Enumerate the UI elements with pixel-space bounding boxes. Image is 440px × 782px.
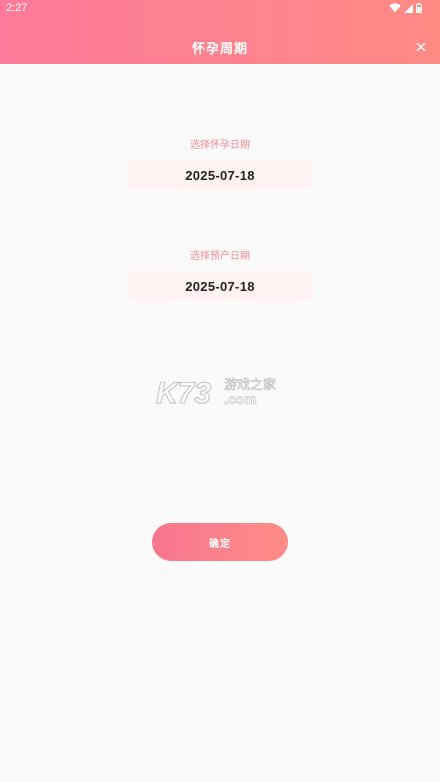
status-time: 2:27 [6, 2, 28, 14]
pregnancy-date-picker[interactable]: 2025-07-18 [128, 160, 312, 190]
battery-icon [416, 3, 422, 13]
pregnancy-date-label: 选择怀孕日期 [190, 140, 250, 151]
header-bar: 2:27 怀孕周期 [0, 0, 440, 64]
wifi-icon [389, 3, 401, 13]
signal-icon [404, 3, 413, 13]
close-button[interactable] [414, 40, 428, 54]
watermark-brand: K73 [156, 377, 211, 408]
confirm-button[interactable]: 确定 [152, 523, 288, 561]
due-date-label: 选择预产日期 [190, 251, 250, 262]
watermark-suffix: .com [224, 391, 257, 407]
k73-watermark-logo: K73 游戏之家 .com [156, 374, 286, 408]
status-bar: 2:27 [0, 0, 440, 20]
close-icon [414, 40, 428, 54]
page-title: 怀孕周期 [191, 42, 248, 57]
due-date-picker[interactable]: 2025-07-18 [128, 271, 312, 301]
status-icons [389, 3, 422, 13]
